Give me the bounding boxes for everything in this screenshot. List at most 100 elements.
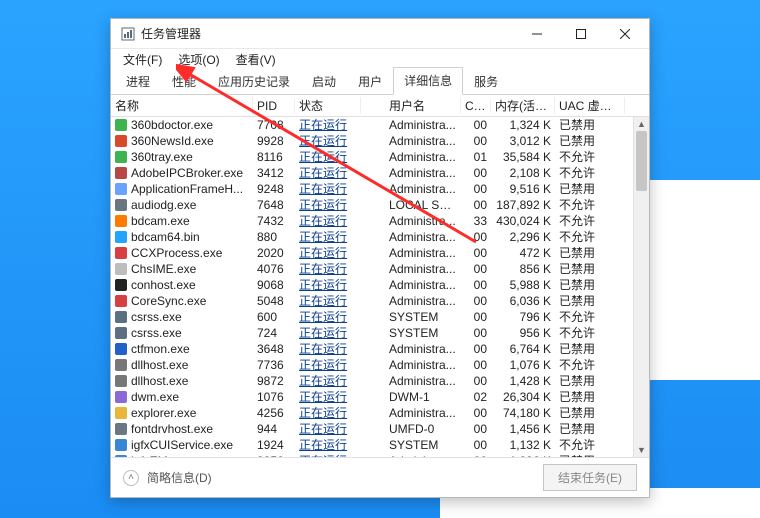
tab-2[interactable]: 应用历史记录 xyxy=(207,68,301,95)
cell-cpu: 00 xyxy=(461,117,491,133)
cell-user: SYSTEM xyxy=(385,309,461,325)
cell-user: DWM-1 xyxy=(385,389,461,405)
process-name: igfxCUIService.exe xyxy=(131,437,233,453)
process-icon xyxy=(115,231,127,243)
table-row[interactable]: conhost.exe9068正在运行Administra...005,988 … xyxy=(111,277,649,293)
cell-uac: 已禁用 xyxy=(555,421,625,437)
tab-5[interactable]: 详细信息 xyxy=(393,67,463,95)
column-header-6[interactable]: 内存(活动的… xyxy=(491,97,555,114)
table-row[interactable]: 360tray.exe8116正在运行Administra...0135,584… xyxy=(111,149,649,165)
cell-cpu: 00 xyxy=(461,325,491,341)
cell-status: 正在运行 xyxy=(295,437,361,453)
table-row[interactable]: ChsIME.exe4076正在运行Administra...00856 K已禁… xyxy=(111,261,649,277)
table-row[interactable]: CCXProcess.exe2020正在运行Administra...00472… xyxy=(111,245,649,261)
process-name: bdcam64.bin xyxy=(131,229,200,245)
end-task-button[interactable]: 结束任务(E) xyxy=(543,464,637,491)
table-row[interactable]: csrss.exe600正在运行SYSTEM00796 K不允许 xyxy=(111,309,649,325)
tab-6[interactable]: 服务 xyxy=(463,68,509,95)
cell-mem: 26,304 K xyxy=(491,389,555,405)
menu-file[interactable]: 文件(F) xyxy=(117,50,168,69)
tab-4[interactable]: 用户 xyxy=(347,68,393,95)
cell-pid: 2020 xyxy=(253,245,295,261)
column-header-1[interactable]: PID xyxy=(253,99,295,113)
cell-name: ChsIME.exe xyxy=(111,261,253,277)
cell-status: 正在运行 xyxy=(295,245,361,261)
column-header-2[interactable]: 状态 xyxy=(295,97,361,114)
process-name: 360NewsId.exe xyxy=(131,133,214,149)
table-row[interactable]: fontdrvhost.exe944正在运行UMFD-0001,456 K已禁用 xyxy=(111,421,649,437)
scroll-up-icon[interactable]: ▲ xyxy=(634,117,649,131)
cell-status: 正在运行 xyxy=(295,261,361,277)
cell-mem: 2,108 K xyxy=(491,165,555,181)
cell-pid: 7648 xyxy=(253,197,295,213)
cell-cpu: 00 xyxy=(461,293,491,309)
process-name: fontdrvhost.exe xyxy=(131,421,213,437)
cell-mem: 1,996 K xyxy=(491,453,555,457)
process-icon xyxy=(115,295,127,307)
table-row[interactable]: explorer.exe4256正在运行Administra...0074,18… xyxy=(111,405,649,421)
table-row[interactable]: ctfmon.exe3648正在运行Administra...006,764 K… xyxy=(111,341,649,357)
cell-mem: 187,892 K xyxy=(491,197,555,213)
cell-pid: 9872 xyxy=(253,373,295,389)
table-row[interactable]: igfxCUIService.exe1924正在运行SYSTEM001,132 … xyxy=(111,437,649,453)
table-row[interactable]: bdcam64.bin880正在运行Administra...002,296 K… xyxy=(111,229,649,245)
table-row[interactable]: csrss.exe724正在运行SYSTEM00956 K不允许 xyxy=(111,325,649,341)
table-header-row[interactable]: 名称PID状态 用户名CPU内存(活动的…UAC 虚拟化 xyxy=(111,95,649,117)
menu-view[interactable]: 查看(V) xyxy=(230,50,282,69)
column-header-4[interactable]: 用户名 xyxy=(385,97,461,114)
tab-1[interactable]: 性能 xyxy=(161,68,207,95)
table-row[interactable]: ApplicationFrameH...9248正在运行Administra..… xyxy=(111,181,649,197)
cell-pid: 944 xyxy=(253,421,295,437)
scroll-down-icon[interactable]: ▼ xyxy=(634,443,649,457)
table-row[interactable]: audiodg.exe7648正在运行LOCAL SER...00187,892… xyxy=(111,197,649,213)
titlebar[interactable]: 任务管理器 xyxy=(111,19,649,49)
cell-uac: 不允许 xyxy=(555,325,625,341)
cell-name: 360NewsId.exe xyxy=(111,133,253,149)
tab-0[interactable]: 进程 xyxy=(115,68,161,95)
table-row[interactable]: dwm.exe1076正在运行DWM-10226,304 K已禁用 xyxy=(111,389,649,405)
table-row[interactable]: bdcam.exe7432正在运行Administra...33430,024 … xyxy=(111,213,649,229)
cell-name: 360bdoctor.exe xyxy=(111,117,253,133)
fewer-details-toggle[interactable]: ˄ 简略信息(D) xyxy=(123,469,212,486)
task-manager-window: 任务管理器 文件(F) 选项(O) 查看(V) 进程性能应用历史记录启动用户详细… xyxy=(110,18,650,498)
table-row[interactable]: igfxEM.exe3856正在运行Administra...001,996 K… xyxy=(111,453,649,457)
column-header-0[interactable]: 名称 xyxy=(111,97,253,114)
process-icon xyxy=(115,183,127,195)
column-header-7[interactable]: UAC 虚拟化 xyxy=(555,97,625,114)
table-row[interactable]: 360NewsId.exe9928正在运行Administra...003,01… xyxy=(111,133,649,149)
cell-user: Administra... xyxy=(385,149,461,165)
cell-user: UMFD-0 xyxy=(385,421,461,437)
tab-3[interactable]: 启动 xyxy=(301,68,347,95)
table-body[interactable]: 360bdoctor.exe7708正在运行Administra...001,3… xyxy=(111,117,649,457)
cell-pid: 4256 xyxy=(253,405,295,421)
cell-pid: 3856 xyxy=(253,453,295,457)
process-name: 360tray.exe xyxy=(131,149,193,165)
menu-options[interactable]: 选项(O) xyxy=(172,50,225,69)
table-row[interactable]: dllhost.exe9872正在运行Administra...001,428 … xyxy=(111,373,649,389)
process-name: dwm.exe xyxy=(131,389,179,405)
cell-pid: 1924 xyxy=(253,437,295,453)
table-row[interactable]: dllhost.exe7736正在运行Administra...001,076 … xyxy=(111,357,649,373)
scroll-thumb[interactable] xyxy=(636,131,647,191)
close-button[interactable] xyxy=(603,20,647,48)
maximize-button[interactable] xyxy=(559,20,603,48)
table-row[interactable]: CoreSync.exe5048正在运行Administra...006,036… xyxy=(111,293,649,309)
cell-name: AdobeIPCBroker.exe xyxy=(111,165,253,181)
process-name: CCXProcess.exe xyxy=(131,245,222,261)
column-header-5[interactable]: CPU xyxy=(461,99,491,113)
cell-cpu: 00 xyxy=(461,405,491,421)
process-name: conhost.exe xyxy=(131,277,196,293)
minimize-button[interactable] xyxy=(515,20,559,48)
table-row[interactable]: AdobeIPCBroker.exe3412正在运行Administra...0… xyxy=(111,165,649,181)
cell-user: Administra... xyxy=(385,341,461,357)
table-row[interactable]: 360bdoctor.exe7708正在运行Administra...001,3… xyxy=(111,117,649,133)
cell-pid: 3648 xyxy=(253,341,295,357)
cell-pid: 724 xyxy=(253,325,295,341)
cell-status: 正在运行 xyxy=(295,293,361,309)
process-name: 360bdoctor.exe xyxy=(131,117,213,133)
cell-mem: 1,428 K xyxy=(491,373,555,389)
cell-uac: 不允许 xyxy=(555,229,625,245)
vertical-scrollbar[interactable]: ▲ ▼ xyxy=(633,117,649,457)
cell-user: Administra... xyxy=(385,245,461,261)
cell-pid: 880 xyxy=(253,229,295,245)
